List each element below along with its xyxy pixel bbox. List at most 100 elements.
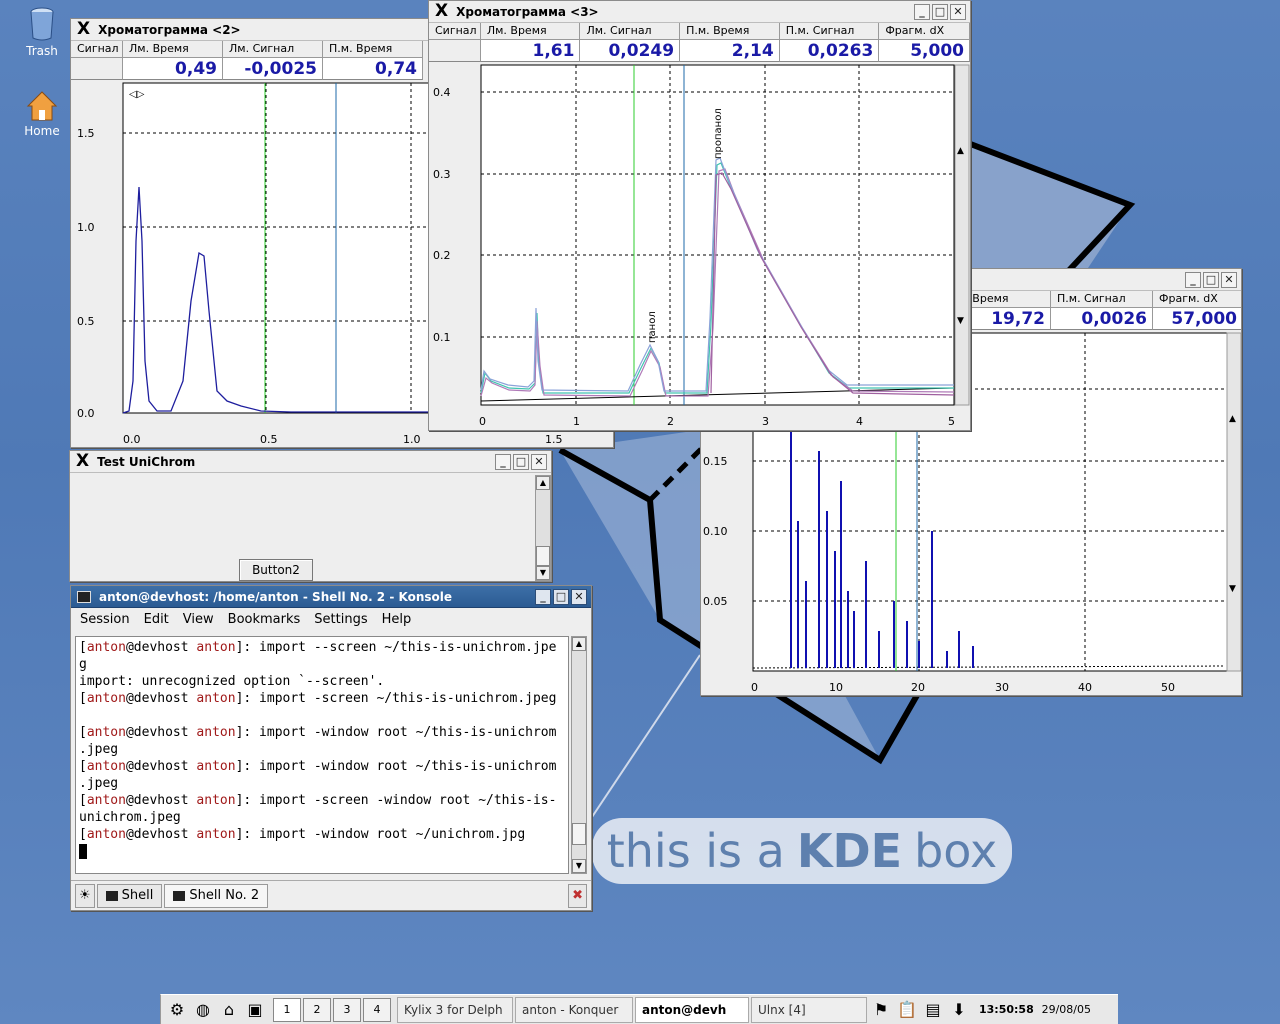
menu-bookmarks[interactable]: Bookmarks <box>221 612 308 627</box>
scroll-down-icon[interactable]: ▼ <box>536 566 550 580</box>
chromatogram-3-titlebar[interactable]: X Хроматограмма <3> _ □ ✕ <box>429 1 970 23</box>
col-lm-signal[interactable]: Лм. Сигнал <box>580 23 681 40</box>
col-frag-dx[interactable]: Фрагм. dX <box>879 23 970 40</box>
val-signal <box>71 58 123 80</box>
terminal-output[interactable]: [anton@devhost anton]: import --screen ~… <box>75 636 569 874</box>
tab-shell[interactable]: Shell <box>96 883 163 908</box>
col-pm-time[interactable]: П.м. Время <box>680 23 780 40</box>
peak-label: панол <box>647 311 658 343</box>
terminal-launcher-icon[interactable]: ▣ <box>243 998 267 1022</box>
col-signal[interactable]: Сигнал <box>429 23 481 40</box>
scroll-down-icon[interactable]: ▼ <box>572 859 586 873</box>
clock[interactable]: 13:50:58 29/08/05 <box>973 1003 1097 1016</box>
task-konqueror[interactable]: anton - Konquer <box>515 996 633 1023</box>
desktop-4[interactable]: 4 <box>363 997 391 1022</box>
col-frag-dx[interactable]: Фрагм. dX <box>1153 291 1241 308</box>
desktop-icon-home[interactable]: Home <box>12 90 72 138</box>
scroll-thumb[interactable] <box>536 546 550 566</box>
kmenu-gear-icon[interactable]: ⚙ <box>165 998 189 1022</box>
nav-arrows-icon: ◁▷ <box>129 89 145 100</box>
terminal-line: [anton@devhost anton]: import -window ro… <box>79 827 526 842</box>
desktop-2[interactable]: 2 <box>303 997 331 1022</box>
x-tick: 30 <box>995 681 1009 694</box>
konsole-window[interactable]: anton@devhost: /home/anton - Shell No. 2… <box>70 585 592 911</box>
menu-view[interactable]: View <box>176 612 221 627</box>
chart3-scrollbar[interactable] <box>954 64 970 406</box>
menu-edit[interactable]: Edit <box>137 612 176 627</box>
task-kylix[interactable]: Kylix 3 for Delph <box>397 996 513 1023</box>
scroll-up-icon[interactable]: ▲ <box>536 476 550 490</box>
close-session-button[interactable]: ✖ <box>568 883 587 908</box>
terminal-line: .jpeg <box>79 742 119 757</box>
scroll-down-icon[interactable]: ▼ <box>957 316 964 326</box>
maximize-button[interactable]: □ <box>1203 271 1219 288</box>
col-pm-signal[interactable]: П.м. Сигнал <box>1051 291 1153 308</box>
updates-icon[interactable]: ⬇ <box>947 998 971 1022</box>
close-button[interactable]: ✕ <box>571 588 587 605</box>
scroll-thumb[interactable] <box>572 823 586 845</box>
konsole-titlebar[interactable]: anton@devhost: /home/anton - Shell No. 2… <box>71 586 591 608</box>
konqueror-icon[interactable]: ◍ <box>191 998 215 1022</box>
keyboard-layout-flag-icon[interactable]: ⚑ <box>869 998 893 1022</box>
tab-shell-no-2[interactable]: Shell No. 2 <box>164 883 269 908</box>
desktop-3[interactable]: 3 <box>333 997 361 1022</box>
clipboard-icon[interactable]: 📋 <box>895 998 919 1022</box>
menu-settings[interactable]: Settings <box>307 612 374 627</box>
close-button[interactable]: ✕ <box>950 3 966 20</box>
minimize-button[interactable]: _ <box>1185 271 1201 288</box>
scroll-down-icon[interactable]: ▼ <box>1229 584 1236 594</box>
window-title: Test UniChrom <box>97 454 196 469</box>
test-scrollbar[interactable]: ▲ ▼ <box>535 475 551 581</box>
scroll-up-icon[interactable]: ▲ <box>1229 414 1236 424</box>
terminal-line: import: unrecognized option `--screen'. <box>79 674 385 689</box>
new-session-button[interactable]: ☀ <box>75 883 95 908</box>
terminal-line: .jpeg <box>79 776 119 791</box>
y-tick: 0.4 <box>433 86 451 99</box>
task-konsole[interactable]: anton@devh <box>635 996 749 1023</box>
y-tick: 1.5 <box>77 127 95 140</box>
col-pm-time[interactable]: П.м. Время <box>323 41 423 58</box>
terminal-line: [anton@devhost anton]: import -window ro… <box>79 759 557 774</box>
terminal-scrollbar[interactable]: ▲ ▼ <box>571 636 587 874</box>
task-ulnx[interactable]: Ulnx [4] <box>751 996 867 1023</box>
button2[interactable]: Button2 <box>239 559 313 581</box>
x-logo-icon: X <box>435 1 449 21</box>
close-button[interactable]: ✕ <box>531 453 547 470</box>
home-icon[interactable]: ⌂ <box>217 998 241 1022</box>
window-title: Хроматограмма <3> <box>456 4 599 19</box>
menu-session[interactable]: Session <box>73 612 137 627</box>
kde-banner: this is a KDE box <box>592 818 1012 884</box>
chromatogram-3-plot[interactable]: панол пропанол ▲ ▼ 0.4 0.3 0.2 0.1 0 1 2… <box>429 63 971 431</box>
minimize-button[interactable]: _ <box>535 588 551 605</box>
x-tick: 4 <box>856 415 863 428</box>
home-label: Home <box>24 124 60 138</box>
chart4-scrollbar[interactable] <box>1226 332 1241 672</box>
desktop-1[interactable]: 1 <box>273 997 301 1022</box>
y-tick: 0.05 <box>703 595 728 608</box>
scroll-up-icon[interactable]: ▲ <box>957 146 964 156</box>
chromatogram-3-svg[interactable]: панол пропанол ▲ ▼ 0.4 0.3 0.2 0.1 0 1 2… <box>429 63 971 431</box>
maximize-button[interactable]: □ <box>513 453 529 470</box>
col-lm-time[interactable]: Лм. Время <box>123 41 223 58</box>
col-lm-signal[interactable]: Лм. Сигнал <box>223 41 323 58</box>
val-pm-time: 0,74 <box>323 58 423 80</box>
maximize-button[interactable]: □ <box>553 588 569 605</box>
test-unichrom-titlebar[interactable]: X Test UniChrom _ □ ✕ <box>70 451 551 473</box>
minimize-button[interactable]: _ <box>495 453 511 470</box>
col-lm-time[interactable]: Лм. Время <box>480 23 581 40</box>
scroll-up-icon[interactable]: ▲ <box>572 637 586 651</box>
col-pm-signal[interactable]: П.м. Сигнал <box>779 23 880 40</box>
desktop-icon-trash[interactable]: Trash <box>12 6 72 58</box>
terminal-line: unichrom.jpeg <box>79 810 181 825</box>
maximize-button[interactable]: □ <box>932 3 948 20</box>
x-tick: 0.5 <box>260 433 278 446</box>
x-tick: 0 <box>751 681 758 694</box>
minimize-button[interactable]: _ <box>914 3 930 20</box>
close-button[interactable]: ✕ <box>1221 271 1237 288</box>
col-signal[interactable]: Сигнал <box>71 41 123 58</box>
val-lm-time: 1,61 <box>480 40 581 62</box>
chromatogram-3-window[interactable]: X Хроматограмма <3> _ □ ✕ Сигнал Лм. Вре… <box>428 0 971 431</box>
test-unichrom-window[interactable]: X Test UniChrom _ □ ✕ ▲ ▼ Button2 <box>69 450 552 582</box>
menu-help[interactable]: Help <box>375 612 419 627</box>
network-icon[interactable]: ▤ <box>921 998 945 1022</box>
